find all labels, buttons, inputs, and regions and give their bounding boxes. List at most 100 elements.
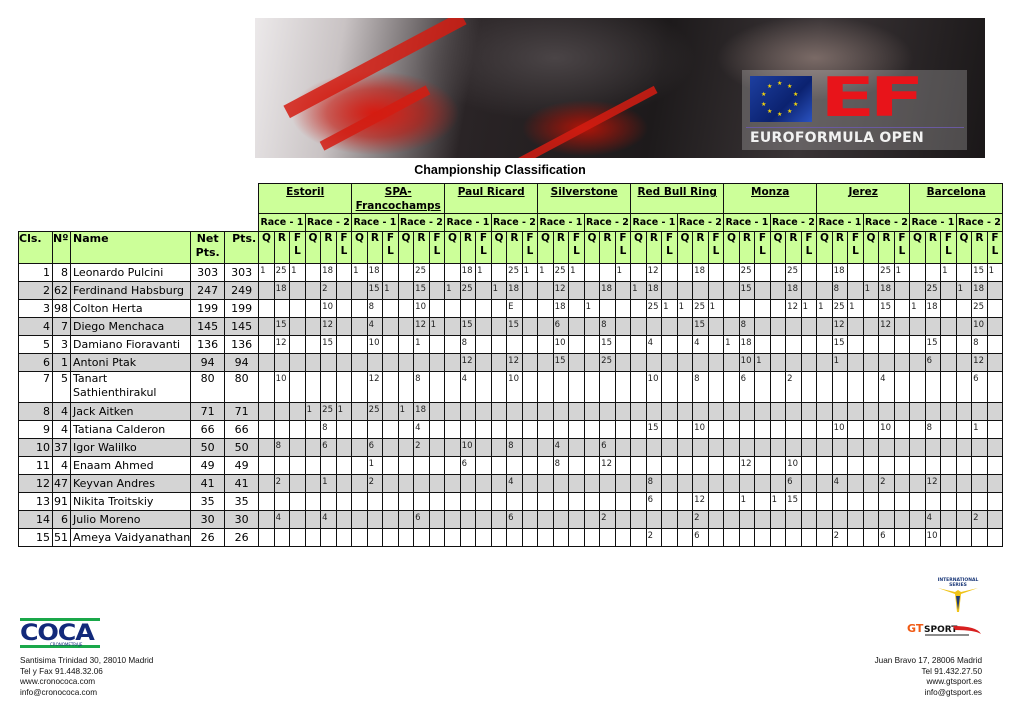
race-points-cell — [397, 510, 415, 529]
driver-name: Keyvan Andres — [69, 474, 192, 493]
sub-header-fl: FL — [847, 231, 864, 264]
race-points-cell — [506, 456, 523, 475]
race-points-cell — [955, 492, 973, 511]
race-points-cell: 18 — [971, 281, 988, 300]
table-row: 2 62 Ferdinand Habsburg 247 249 18 2 15 1 15 1 25 1 1… — [18, 281, 1004, 300]
race-points-cell — [723, 317, 740, 336]
race-points-cell — [289, 371, 306, 403]
race-points-cell — [552, 492, 570, 511]
race-points-cell — [940, 317, 957, 336]
race-points-cell — [490, 402, 508, 421]
sub-header-q: Q — [769, 231, 787, 264]
svg-text:SPORT: SPORT — [924, 625, 958, 635]
race-points-cell: 2 — [599, 510, 616, 529]
race-points-cell: 1 — [444, 281, 461, 300]
race-points-cell — [754, 420, 771, 439]
race-points-cell — [490, 528, 508, 547]
race-points-cell — [397, 299, 415, 318]
svg-text:SERIES: SERIES — [949, 582, 967, 588]
race-points-cell: 4 — [413, 420, 430, 439]
race-points-cell — [490, 353, 508, 372]
circuit-header: SPA-Francochamps — [351, 183, 446, 214]
race-header: Race - 1 — [816, 213, 864, 232]
race-points-cell — [382, 456, 399, 475]
race-points-cell — [707, 335, 725, 354]
sub-header-r: R — [971, 231, 988, 264]
race-points-cell — [785, 438, 802, 457]
race-points-cell — [289, 299, 306, 318]
race-points-cell — [583, 510, 601, 529]
race-points-cell: 1 — [816, 299, 833, 318]
race-points-cell — [940, 492, 957, 511]
race-points-cell: 25 — [645, 299, 663, 318]
race-points-cell — [366, 510, 384, 529]
race-points-cell: 1 — [521, 263, 539, 282]
driver-name: Tanart Sathienthirakul — [69, 371, 192, 403]
race-points-cell — [816, 438, 833, 457]
race-points-cell — [661, 510, 678, 529]
race-points-cell: 18 — [831, 263, 849, 282]
sub-header-q: Q — [955, 231, 973, 264]
race-points-cell — [397, 492, 415, 511]
race-points-cell — [955, 317, 973, 336]
race-points-cell — [754, 335, 771, 354]
race-points-cell — [506, 402, 523, 421]
race-points-cell: 1 — [630, 281, 647, 300]
race-points-cell — [800, 510, 818, 529]
race-points-cell: 15 — [366, 281, 384, 300]
sub-header-fl: FL — [800, 231, 818, 264]
race-points-cell: 10 — [413, 299, 430, 318]
race-points-cell — [769, 474, 787, 493]
race-points-cell — [258, 353, 275, 372]
number-cell: 51 — [52, 528, 71, 547]
race-points-cell: 15 — [738, 281, 756, 300]
race-points-cell — [490, 456, 508, 475]
race-points-cell — [273, 528, 291, 547]
sub-header-q: Q — [351, 231, 368, 264]
race-points-cell — [583, 456, 601, 475]
race-points-cell: 8 — [924, 420, 942, 439]
race-points-cell — [893, 528, 911, 547]
race-points-cell — [940, 420, 957, 439]
race-points-cell: 12 — [320, 317, 337, 336]
race-points-cell: 15 — [692, 317, 709, 336]
race-points-cell — [630, 510, 647, 529]
race-points-cell — [955, 528, 973, 547]
race-points-cell — [583, 371, 601, 403]
race-points-cell — [537, 335, 554, 354]
race-points-cell — [475, 474, 492, 493]
race-points-cell — [986, 456, 1004, 475]
race-points-cell — [909, 510, 926, 529]
race-points-cell: 1 — [366, 456, 384, 475]
race-points-cell — [568, 492, 585, 511]
race-points-cell — [831, 510, 849, 529]
points-cell: 26 — [224, 528, 260, 547]
race-points-cell: 6 — [413, 510, 430, 529]
race-points-cell — [304, 353, 322, 372]
race-points-cell: 8 — [459, 335, 477, 354]
race-points-cell — [661, 371, 678, 403]
race-points-cell — [800, 492, 818, 511]
race-header: Race - 1 — [723, 213, 771, 232]
race-points-cell — [583, 335, 601, 354]
race-points-cell — [335, 456, 353, 475]
race-points-cell — [955, 402, 973, 421]
race-points-cell — [661, 281, 678, 300]
race-header: Race - 2 — [676, 213, 725, 232]
race-points-cell — [893, 335, 911, 354]
race-points-cell: 8 — [645, 474, 663, 493]
race-points-cell — [304, 492, 322, 511]
race-points-cell — [273, 492, 291, 511]
race-points-cell — [459, 402, 477, 421]
race-points-cell — [971, 438, 988, 457]
race-points-cell: 18 — [785, 281, 802, 300]
race-points-cell — [289, 456, 306, 475]
race-points-cell — [816, 371, 833, 403]
race-points-cell: 25 — [785, 263, 802, 282]
race-points-cell: 2 — [785, 371, 802, 403]
race-points-cell: 4 — [273, 510, 291, 529]
sub-header-r: R — [273, 231, 291, 264]
race-points-cell: 1 — [940, 263, 957, 282]
race-points-cell — [444, 299, 461, 318]
race-points-cell — [909, 474, 926, 493]
